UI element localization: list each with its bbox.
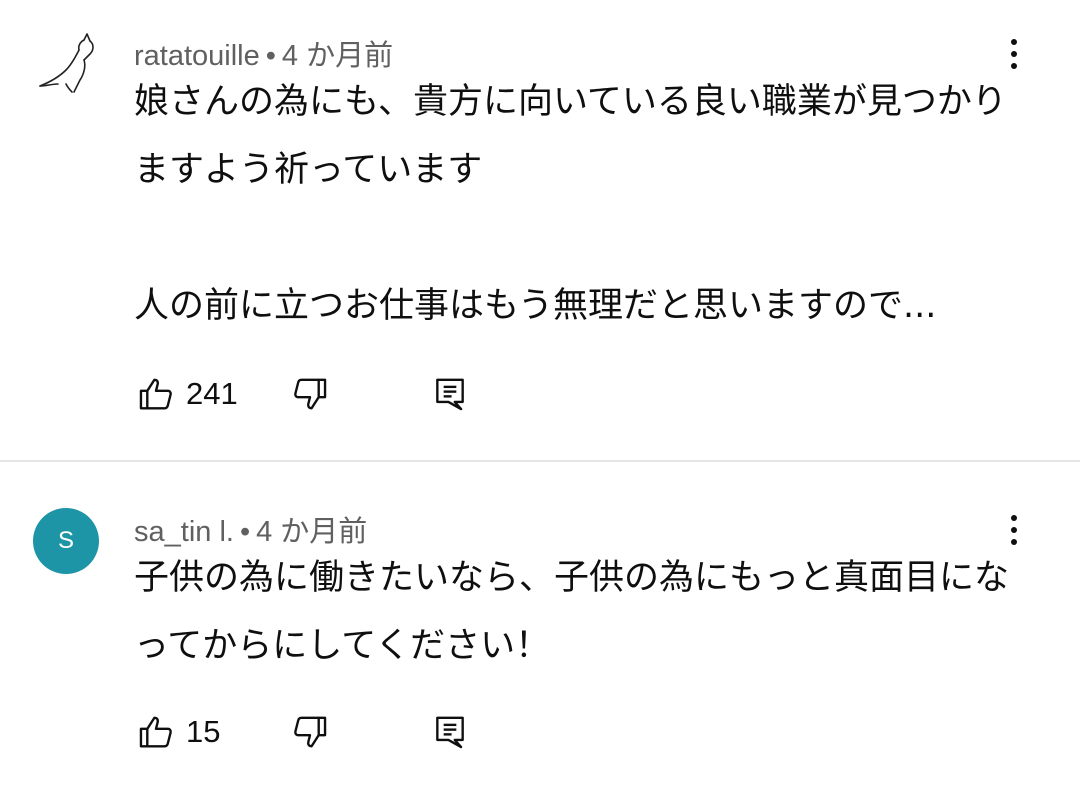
comment: S sa_tin l. • 4 か月前 子供の為に働きたいなら、子供の為にもっと真面… [0, 462, 1080, 787]
like-count: 15 [186, 714, 221, 749]
comment-text[interactable]: 娘さんの為にも、貴方に向いている良い職業が見つかりますよう祈っています 人の前に… [134, 68, 1034, 340]
thumb-down-icon[interactable] [288, 710, 332, 754]
avatar[interactable] [32, 32, 98, 98]
reply-icon[interactable] [428, 710, 472, 754]
comment-actions: 241 [134, 372, 472, 416]
thumb-up-icon[interactable] [134, 710, 178, 754]
comment-text[interactable]: 子供の為に働きたいなら、子供の為にもっと真面目になってからにしてください！ [134, 544, 1034, 680]
comment: ratatouille • 4 か月前 娘さんの為にも、貴方に向いている良い職業が見… [0, 0, 1080, 460]
cat-avatar-icon [39, 33, 94, 93]
like-count: 241 [186, 376, 238, 411]
reply-icon[interactable] [428, 372, 472, 416]
avatar[interactable]: S [33, 508, 99, 574]
thumb-down-icon[interactable] [288, 372, 332, 416]
comment-actions: 15 [134, 710, 472, 754]
thumb-up-icon[interactable] [134, 372, 178, 416]
